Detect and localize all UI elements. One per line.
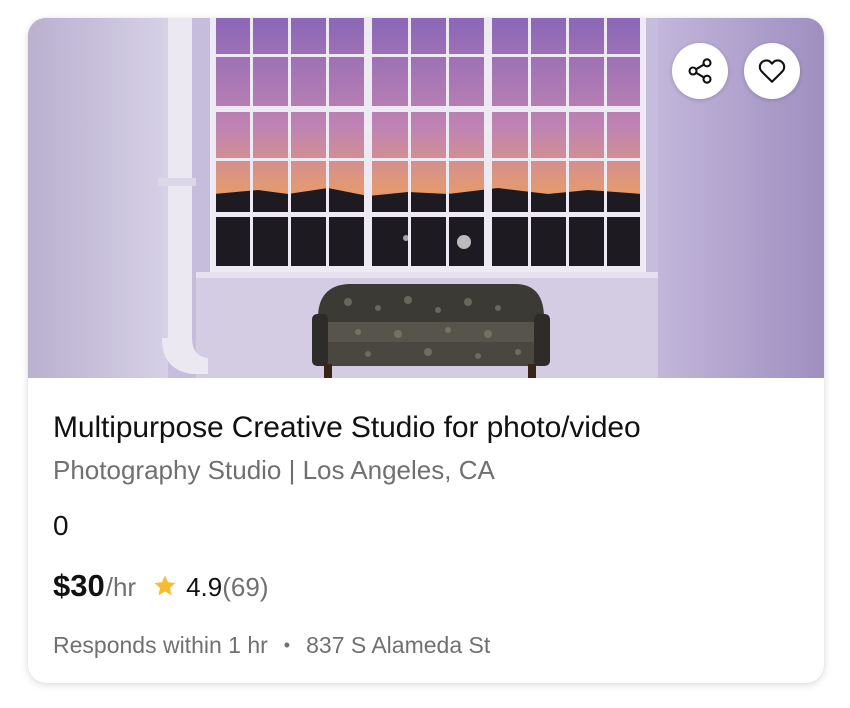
share-button[interactable] [672, 43, 728, 99]
price-unit: /hr [105, 572, 137, 602]
address: 837 S Alameda St [306, 632, 491, 658]
listing-title[interactable]: Multipurpose Creative Studio for photo/v… [53, 410, 641, 446]
listing-subtitle: Photography Studio | Los Angeles, CA [53, 455, 495, 485]
listing-meta: Responds within 1 hr • 837 S Alameda St [53, 631, 490, 659]
separator-dot: • [283, 635, 291, 655]
response-time: Responds within 1 hr [53, 632, 268, 658]
listing-photo[interactable] [28, 18, 824, 378]
share-icon [686, 57, 714, 85]
star-icon [152, 573, 178, 604]
review-count: (69) [222, 572, 269, 602]
favorite-button[interactable] [744, 43, 800, 99]
listing-card[interactable]: Multipurpose Creative Studio for photo/v… [28, 18, 824, 683]
heart-icon [758, 57, 786, 85]
listing-count: 0 [53, 510, 69, 541]
rating-value: 4.9 [186, 572, 223, 602]
price: $30 [53, 568, 105, 603]
sofa [312, 284, 550, 378]
price-rating-row: $30 /hr 4.9 (69) [53, 568, 268, 608]
